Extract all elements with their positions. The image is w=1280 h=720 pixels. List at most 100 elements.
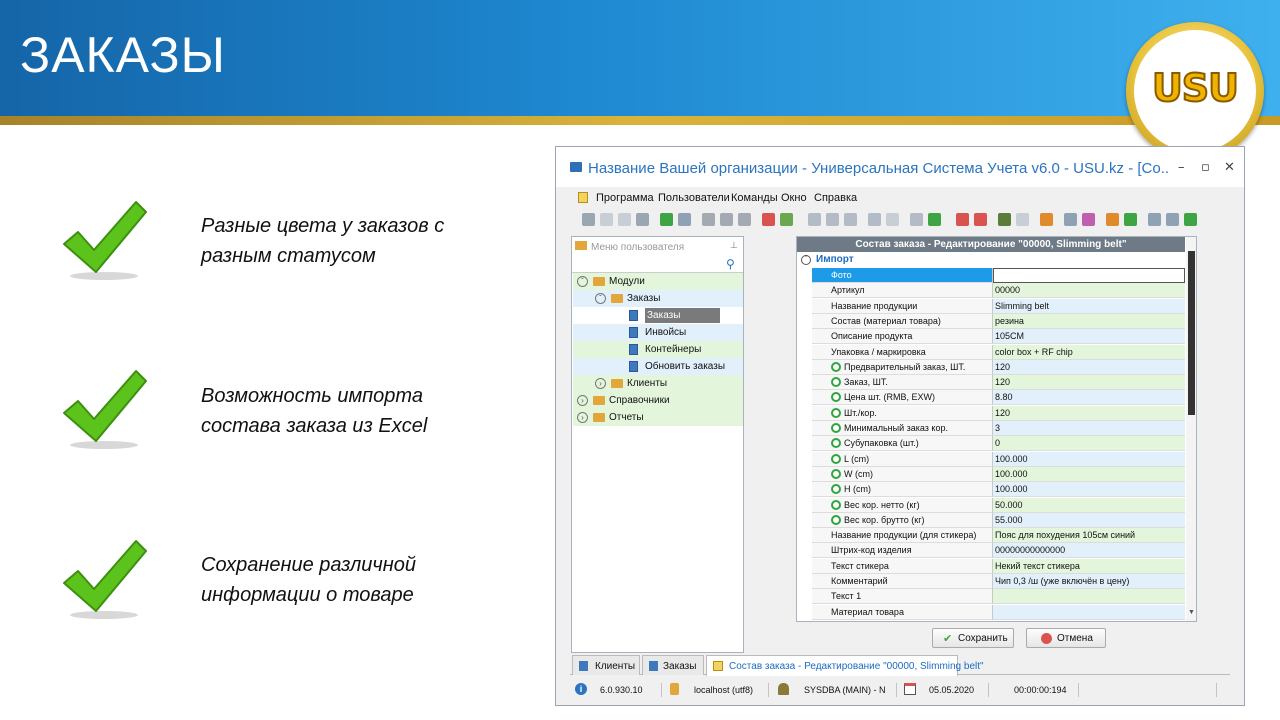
- field-value[interactable]: 105CM: [993, 329, 1185, 345]
- tree-item[interactable]: › Справочники: [573, 392, 743, 409]
- add-icon[interactable]: [831, 499, 841, 510]
- tree-item[interactable]: › Клиенты: [573, 375, 743, 392]
- field-value[interactable]: 120: [993, 375, 1185, 391]
- expand-icon[interactable]: [844, 213, 857, 226]
- flag-icon[interactable]: [762, 213, 775, 226]
- rss-icon[interactable]: [1106, 213, 1119, 226]
- field-value[interactable]: color box + RF chip: [993, 344, 1185, 360]
- add-icon[interactable]: [831, 377, 841, 388]
- tab-order-items-edit[interactable]: Состав заказа - Редактирование "00000, S…: [706, 655, 984, 676]
- field-value[interactable]: резина: [993, 313, 1185, 329]
- users-icon[interactable]: [1124, 213, 1137, 226]
- color-icon[interactable]: [1082, 213, 1095, 226]
- expand-icon[interactable]: ›: [595, 378, 606, 389]
- window-close-icon[interactable]: [974, 213, 987, 226]
- window-titlebar[interactable]: Название Вашей организации - Универсальн…: [556, 147, 1244, 187]
- field-value[interactable]: 50.000: [993, 497, 1185, 513]
- field-value[interactable]: [993, 268, 1185, 283]
- field-value[interactable]: [993, 589, 1185, 605]
- add-icon[interactable]: [831, 514, 841, 525]
- user-menu-search[interactable]: ⚲: [572, 255, 743, 273]
- tree-item[interactable]: Обновить заказы: [573, 358, 743, 375]
- tab-clients[interactable]: Клиенты: [572, 655, 640, 675]
- tab-orders[interactable]: Заказы: [642, 655, 704, 675]
- search-icon[interactable]: ⚲: [726, 257, 735, 271]
- add-icon[interactable]: [831, 484, 841, 495]
- collapse-icon[interactable]: ˇ: [801, 255, 811, 265]
- add-icon[interactable]: [831, 423, 841, 433]
- add-icon[interactable]: [831, 453, 841, 464]
- play-icon[interactable]: [1184, 213, 1197, 226]
- note-icon[interactable]: [886, 213, 899, 226]
- cancel-button[interactable]: Отмена: [1026, 628, 1106, 648]
- add-icon[interactable]: [831, 407, 841, 418]
- image-icon[interactable]: [780, 213, 793, 226]
- field-value[interactable]: 120: [993, 405, 1185, 421]
- minimize-button[interactable]: –: [1178, 160, 1185, 175]
- menu-program[interactable]: Программа: [596, 192, 654, 204]
- clock-icon[interactable]: [1016, 213, 1029, 226]
- add-icon[interactable]: [831, 361, 841, 372]
- field-value[interactable]: 100.000: [993, 466, 1185, 482]
- expand-icon[interactable]: ›: [577, 412, 588, 423]
- filter-add-icon[interactable]: [720, 213, 733, 226]
- group-import[interactable]: ˇ Импорт: [797, 252, 1185, 268]
- table-icon[interactable]: [1148, 213, 1161, 226]
- tree-item[interactable]: ˇ Заказы: [573, 290, 743, 307]
- excel-icon[interactable]: [928, 213, 941, 226]
- grid-scrollbar[interactable]: ▼: [1186, 237, 1196, 621]
- scroll-down-icon[interactable]: ▼: [1188, 609, 1195, 616]
- field-value[interactable]: 3: [993, 421, 1185, 436]
- save-icon[interactable]: [636, 213, 649, 226]
- tree-item[interactable]: ˇ Модули: [573, 273, 743, 290]
- field-value[interactable]: 00000000000000: [993, 543, 1185, 559]
- pin-icon[interactable]: ⊥: [730, 240, 738, 251]
- filter-clear-icon[interactable]: [738, 213, 751, 226]
- field-value[interactable]: 100.000: [993, 451, 1185, 467]
- field-value[interactable]: 0: [993, 436, 1185, 452]
- report-icon[interactable]: [910, 213, 923, 226]
- field-value[interactable]: 120: [993, 359, 1185, 375]
- refresh-icon[interactable]: [660, 213, 673, 226]
- filter-icon[interactable]: [702, 213, 715, 226]
- add-icon[interactable]: [831, 468, 841, 479]
- field-value[interactable]: Slimming belt: [993, 298, 1185, 314]
- expand-icon[interactable]: ›: [577, 395, 588, 406]
- field-value[interactable]: 100.000: [993, 482, 1185, 498]
- move-icon[interactable]: [868, 213, 881, 226]
- menu-commands[interactable]: Команды: [731, 192, 778, 204]
- field-value[interactable]: 55.000: [993, 512, 1185, 528]
- maximize-button[interactable]: ▫: [1201, 160, 1210, 175]
- menu-window[interactable]: Окно: [781, 192, 807, 204]
- tree-item[interactable]: › Отчеты: [573, 409, 743, 426]
- collapse-icon[interactable]: [826, 213, 839, 226]
- location-icon[interactable]: [1040, 213, 1053, 226]
- printer-icon[interactable]: [1166, 213, 1179, 226]
- paste-icon[interactable]: [618, 213, 631, 226]
- field-value[interactable]: Чип 0,3 /ш (уже включён в цену): [993, 574, 1185, 589]
- print-icon[interactable]: [582, 213, 595, 226]
- collapse-icon[interactable]: ˇ: [577, 276, 588, 287]
- menu-users[interactable]: Пользователи: [658, 192, 730, 204]
- field-value[interactable]: Пояс для похудения 105см синий: [993, 528, 1185, 544]
- menu-help[interactable]: Справка: [814, 192, 857, 204]
- scrollbar-thumb[interactable]: [1188, 251, 1195, 415]
- window-new-icon[interactable]: [956, 213, 969, 226]
- copy-icon[interactable]: [600, 213, 613, 226]
- tree-item[interactable]: Инвойсы: [573, 324, 743, 341]
- add-icon[interactable]: [831, 392, 841, 403]
- field-value[interactable]: Некий текст стикера: [993, 558, 1185, 574]
- save-button[interactable]: ✔ Сохранить: [932, 628, 1014, 648]
- add-icon[interactable]: [831, 438, 841, 449]
- tree-item[interactable]: Заказы: [573, 307, 743, 324]
- tree-item[interactable]: Контейнеры: [573, 341, 743, 358]
- export-icon[interactable]: [998, 213, 1011, 226]
- collapse-icon[interactable]: ˇ: [595, 293, 606, 304]
- search-icon[interactable]: [678, 213, 691, 226]
- gear-icon[interactable]: [1064, 213, 1077, 226]
- close-button[interactable]: ✕: [1224, 160, 1235, 175]
- columns-icon[interactable]: [808, 213, 821, 226]
- field-value[interactable]: 00000: [993, 283, 1185, 299]
- field-value[interactable]: 8.80: [993, 390, 1185, 406]
- field-value[interactable]: [993, 604, 1185, 620]
